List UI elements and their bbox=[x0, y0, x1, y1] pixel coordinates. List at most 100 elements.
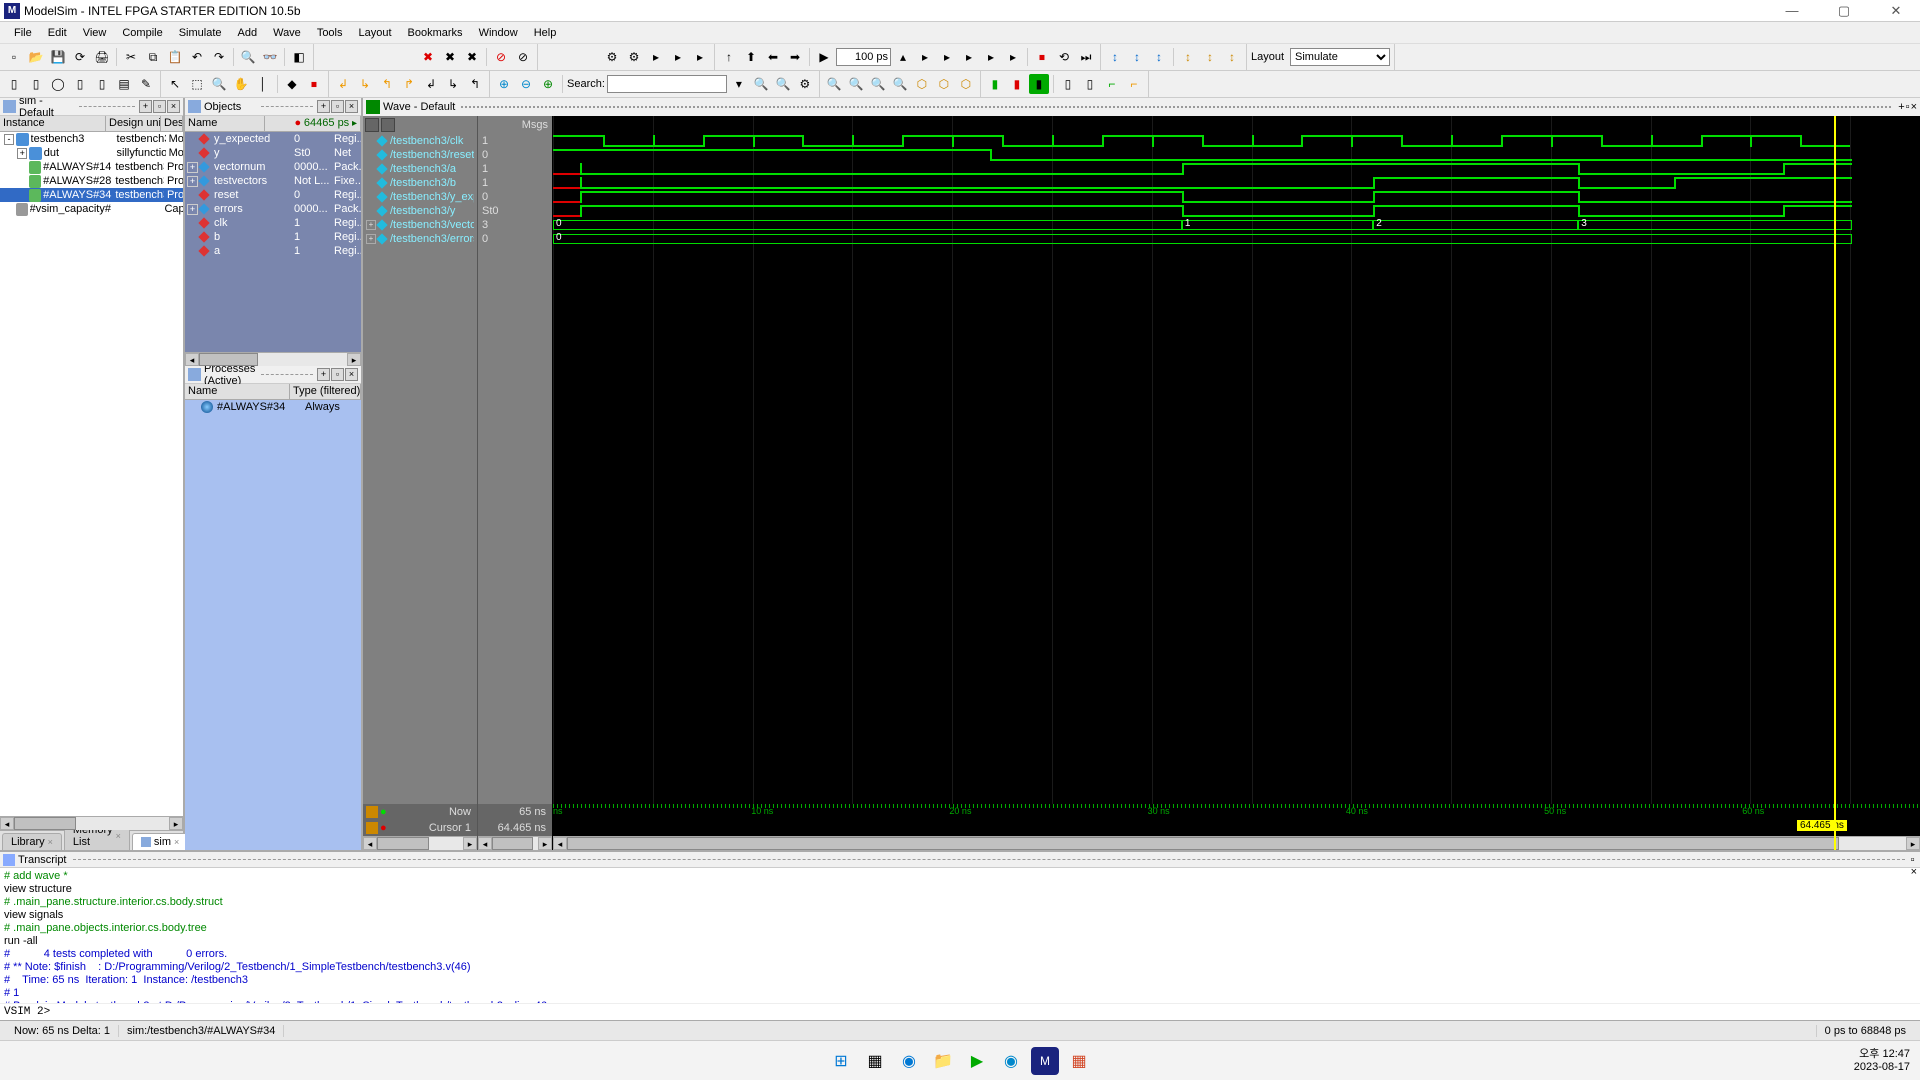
sim-row[interactable]: +dutsillyfunctionMo bbox=[0, 146, 183, 160]
clear-icon[interactable]: ⊘ bbox=[491, 47, 511, 67]
object-row[interactable]: +vectornum0000...Pack... bbox=[185, 160, 361, 174]
wave4-icon[interactable]: ▯ bbox=[1058, 74, 1078, 94]
object-row[interactable]: ySt0Net bbox=[185, 146, 361, 160]
expander-icon[interactable]: - bbox=[4, 134, 14, 145]
proc-close-button[interactable]: × bbox=[345, 368, 358, 381]
maximize-button[interactable]: ▢ bbox=[1824, 3, 1864, 19]
menu-file[interactable]: File bbox=[6, 25, 40, 41]
zoom-full-icon[interactable]: 🔍 bbox=[868, 74, 888, 94]
waveform-area[interactable]: 01230 ns10 ns20 ns30 ns40 ns50 ns60 ns 6… bbox=[553, 116, 1920, 850]
task-explorer-icon[interactable]: ▦ bbox=[861, 1047, 889, 1075]
clear2-icon[interactable]: ⊘ bbox=[513, 47, 533, 67]
marker3-icon[interactable]: ↕ bbox=[1222, 47, 1242, 67]
col4-icon[interactable]: ▯ bbox=[70, 74, 90, 94]
scroll-right-icon[interactable]: ▸ bbox=[538, 837, 552, 850]
sim3-icon[interactable]: ▸ bbox=[690, 47, 710, 67]
task-app2-icon[interactable]: ◉ bbox=[997, 1047, 1025, 1075]
wave-signal-row[interactable]: +/testbench3/vector... bbox=[363, 218, 477, 232]
menu-tools[interactable]: Tools bbox=[309, 25, 351, 41]
object-row[interactable]: clk1Regi... bbox=[185, 216, 361, 230]
scroll-left-icon[interactable]: ◂ bbox=[185, 353, 199, 366]
tab-library[interactable]: Library× bbox=[2, 833, 62, 850]
col1-icon[interactable]: ▯ bbox=[4, 74, 24, 94]
break2-icon[interactable]: ✖ bbox=[440, 47, 460, 67]
tab-sim[interactable]: sim× bbox=[132, 833, 188, 850]
folder-icon[interactable] bbox=[366, 806, 378, 818]
break-icon[interactable]: ✖ bbox=[418, 47, 438, 67]
stop-red-icon[interactable]: ⏹ bbox=[304, 74, 324, 94]
tab-close-icon[interactable]: × bbox=[116, 831, 121, 841]
wave-opt2-icon[interactable] bbox=[381, 118, 395, 132]
undo-icon[interactable]: ↶ bbox=[187, 47, 207, 67]
back-icon[interactable]: ⬅ bbox=[763, 47, 783, 67]
taskbar-clock[interactable]: 오후 12:47 2023-08-17 bbox=[1854, 1048, 1910, 1074]
j6-icon[interactable]: ↳ bbox=[443, 74, 463, 94]
wave-signal-row[interactable]: /testbench3/y_exp... bbox=[363, 190, 477, 204]
signal-icon[interactable]: ◆ bbox=[282, 74, 302, 94]
time-up-icon[interactable]: ▴ bbox=[893, 47, 913, 67]
col3-icon[interactable]: ◯ bbox=[48, 74, 68, 94]
wave2-icon[interactable]: ▮ bbox=[1007, 74, 1027, 94]
wave-signal-row[interactable]: /testbench3/y bbox=[363, 204, 477, 218]
menu-layout[interactable]: Layout bbox=[351, 25, 400, 41]
object-row[interactable]: a1Regi... bbox=[185, 244, 361, 258]
obj-add-button[interactable]: + bbox=[317, 100, 330, 113]
wave6-icon[interactable]: ⌐ bbox=[1102, 74, 1122, 94]
sim-dock-button[interactable]: ▫ bbox=[153, 100, 166, 113]
menu-compile[interactable]: Compile bbox=[114, 25, 170, 41]
run-all-icon[interactable]: ▸ bbox=[959, 47, 979, 67]
wave5-icon[interactable]: ▯ bbox=[1080, 74, 1100, 94]
menu-add[interactable]: Add bbox=[230, 25, 266, 41]
scroll-left-icon[interactable]: ◂ bbox=[363, 837, 377, 850]
zoom-out-icon[interactable]: 🔍 bbox=[846, 74, 866, 94]
stop-icon[interactable]: ⏹ bbox=[1032, 47, 1052, 67]
sim-row[interactable]: #ALWAYS#14testbench3Pro bbox=[0, 160, 183, 174]
wave-opt-icon[interactable] bbox=[365, 118, 379, 132]
collapse-icon[interactable]: ⊖ bbox=[516, 74, 536, 94]
sim-close-button[interactable]: × bbox=[167, 100, 180, 113]
reload-icon[interactable]: ⟳ bbox=[70, 47, 90, 67]
run-time-input[interactable] bbox=[836, 48, 891, 66]
compile-all-icon[interactable]: ⚙ bbox=[624, 47, 644, 67]
sim-col-du[interactable]: Design unit bbox=[106, 116, 161, 131]
search-opt-icon[interactable]: ⚙ bbox=[795, 74, 815, 94]
new-icon[interactable]: ▫ bbox=[4, 47, 24, 67]
expander-icon[interactable]: + bbox=[17, 148, 27, 159]
sim-hscroll[interactable]: ◂ ▸ bbox=[0, 816, 183, 830]
folder-icon[interactable] bbox=[366, 822, 378, 834]
object-row[interactable]: +testvectorsNot L...Fixe... bbox=[185, 174, 361, 188]
object-row[interactable]: reset0Regi... bbox=[185, 188, 361, 202]
search-input[interactable] bbox=[607, 75, 727, 93]
paste-icon[interactable]: 📋 bbox=[165, 47, 185, 67]
col6-icon[interactable]: ▤ bbox=[114, 74, 134, 94]
col7-icon[interactable]: ✎ bbox=[136, 74, 156, 94]
sim-add-button[interactable]: + bbox=[139, 100, 152, 113]
expander-icon[interactable]: + bbox=[187, 176, 198, 187]
search-next-icon[interactable]: 🔍 bbox=[773, 74, 793, 94]
wave-close-button[interactable]: × bbox=[1911, 101, 1917, 113]
transcript-prompt[interactable]: VSIM 2> bbox=[0, 1003, 1920, 1020]
j3-icon[interactable]: ↰ bbox=[377, 74, 397, 94]
fwd-icon[interactable]: ➡ bbox=[785, 47, 805, 67]
signames-hscroll[interactable]: ◂ ▸ bbox=[363, 836, 477, 850]
tab-close-icon[interactable]: × bbox=[174, 837, 179, 847]
sim-row[interactable]: #ALWAYS#28testbench3Pro bbox=[0, 174, 183, 188]
cursor-lock-icon[interactable]: ↕ bbox=[1149, 47, 1169, 67]
toggle-icon[interactable]: ◧ bbox=[289, 47, 309, 67]
scroll-right-icon[interactable]: ▸ bbox=[169, 817, 183, 830]
task-folder-icon[interactable]: 📁 bbox=[929, 1047, 957, 1075]
wave-signal-row[interactable]: /testbench3/a bbox=[363, 162, 477, 176]
scroll-left-icon[interactable]: ◂ bbox=[553, 837, 567, 850]
copy-icon[interactable]: ⧉ bbox=[143, 47, 163, 67]
objects-tree[interactable]: y_expected0Regi...ySt0Net+vectornum0000.… bbox=[185, 132, 361, 352]
sim-tree[interactable]: -testbench3testbench3Mo+dutsillyfunction… bbox=[0, 132, 183, 816]
hier2-icon[interactable]: ⬡ bbox=[934, 74, 954, 94]
wave-hscroll[interactable]: ◂ ▸ bbox=[553, 836, 1920, 850]
object-row[interactable]: b1Regi... bbox=[185, 230, 361, 244]
run-icon[interactable]: ▶ bbox=[814, 47, 834, 67]
transcript-body[interactable]: # add wave *view structure# .main_pane.s… bbox=[0, 868, 1920, 1003]
cursor-add-icon[interactable]: ↕ bbox=[1105, 47, 1125, 67]
find-icon[interactable]: 🔍 bbox=[238, 47, 258, 67]
j1-icon[interactable]: ↲ bbox=[333, 74, 353, 94]
pan-icon[interactable]: ✋ bbox=[231, 74, 251, 94]
